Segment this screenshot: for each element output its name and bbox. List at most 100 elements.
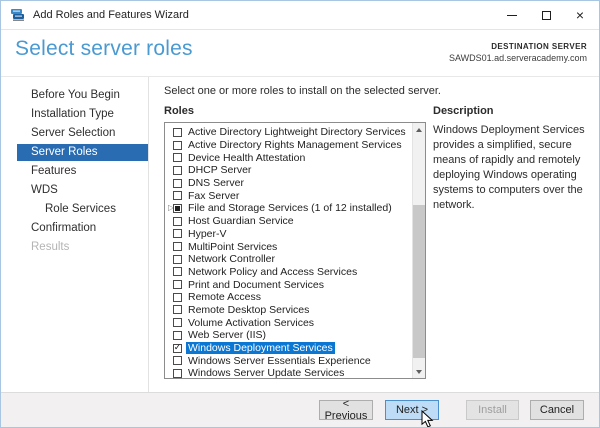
next-button[interactable]: Next >	[385, 400, 439, 420]
role-label: MultiPoint Services	[186, 241, 279, 253]
maximize-icon	[542, 11, 551, 20]
role-checkbox-unchecked[interactable]	[173, 179, 182, 188]
scroll-down-icon	[416, 370, 422, 374]
previous-button[interactable]: < Previous	[319, 400, 373, 420]
role-checkbox-unchecked[interactable]	[173, 331, 182, 340]
cancel-button[interactable]: Cancel	[530, 400, 584, 420]
scroll-up-button[interactable]	[413, 123, 425, 136]
role-checkbox-unchecked[interactable]	[173, 318, 182, 327]
role-row-fax-server[interactable]: Fax Server	[165, 189, 412, 202]
role-label: File and Storage Services (1 of 12 insta…	[186, 202, 394, 214]
role-label: DNS Server	[186, 177, 246, 189]
roles-rows: Active Directory Lightweight Directory S…	[165, 123, 412, 378]
role-row-windows-server-essentials-experience[interactable]: Windows Server Essentials Experience	[165, 354, 412, 367]
sidebar-item-server-roles[interactable]: Server Roles	[17, 144, 148, 161]
role-label: Windows Deployment Services	[186, 342, 335, 354]
role-row-active-directory-rights-management-services[interactable]: Active Directory Rights Management Servi…	[165, 139, 412, 152]
role-checkbox-checked[interactable]: ✓	[173, 344, 182, 353]
close-button[interactable]: ×	[563, 1, 597, 29]
role-row-volume-activation-services[interactable]: Volume Activation Services	[165, 316, 412, 329]
page-title: Select server roles	[15, 37, 193, 61]
footer-button-bar: < Previous Next > Install Cancel	[1, 392, 599, 427]
sidebar-item-before-you-begin[interactable]: Before You Begin	[1, 86, 148, 105]
role-label: Web Server (IIS)	[186, 329, 268, 341]
role-label: DHCP Server	[186, 164, 253, 176]
install-button: Install	[466, 400, 519, 420]
sidebar-item-wds[interactable]: WDS	[1, 181, 148, 200]
role-checkbox-unchecked[interactable]	[173, 293, 182, 302]
role-label: Host Guardian Service	[186, 215, 296, 227]
destination-server-block: DESTINATION SERVER SAWDS01.ad.serveracad…	[449, 42, 587, 63]
role-label: Device Health Attestation	[186, 152, 307, 164]
scrollbar-thumb[interactable]	[413, 205, 425, 358]
role-row-device-health-attestation[interactable]: Device Health Attestation	[165, 151, 412, 164]
role-row-dhcp-server[interactable]: DHCP Server	[165, 164, 412, 177]
role-row-remote-desktop-services[interactable]: Remote Desktop Services	[165, 304, 412, 317]
role-row-host-guardian-service[interactable]: Host Guardian Service	[165, 215, 412, 228]
role-row-hyper-v[interactable]: Hyper-V	[165, 228, 412, 241]
minimize-icon	[507, 15, 517, 16]
instruction-text: Select one or more roles to install on t…	[164, 85, 441, 97]
roles-column-label: Roles	[164, 105, 194, 117]
role-row-windows-server-update-services[interactable]: Windows Server Update Services	[165, 367, 412, 378]
sidebar-item-installation-type[interactable]: Installation Type	[1, 105, 148, 124]
role-checkbox-unchecked[interactable]	[173, 166, 182, 175]
description-column-label: Description	[433, 105, 494, 117]
role-row-web-server-iis[interactable]: Web Server (IIS)	[165, 329, 412, 342]
role-row-dns-server[interactable]: DNS Server	[165, 177, 412, 190]
role-row-print-and-document-services[interactable]: Print and Document Services	[165, 278, 412, 291]
role-checkbox-unchecked[interactable]	[173, 153, 182, 162]
role-label: Print and Document Services	[186, 279, 326, 291]
role-label: Hyper-V	[186, 228, 229, 240]
sidebar-item-features[interactable]: Features	[1, 162, 148, 181]
role-row-network-controller[interactable]: Network Controller	[165, 253, 412, 266]
role-checkbox-unchecked[interactable]	[173, 369, 182, 378]
minimize-button[interactable]	[495, 1, 529, 29]
destination-server-name: SAWDS01.ad.serveracademy.com	[449, 53, 587, 63]
sidebar-item-confirmation[interactable]: Confirmation	[1, 219, 148, 238]
role-checkbox-unchecked[interactable]	[173, 128, 182, 137]
role-description-text: Windows Deployment Services provides a s…	[433, 123, 590, 213]
role-label: Fax Server	[186, 190, 241, 202]
role-checkbox-unchecked[interactable]	[173, 141, 182, 150]
role-checkbox-unchecked[interactable]	[173, 356, 182, 365]
window-title: Add Roles and Features Wizard	[33, 9, 189, 21]
role-label: Network Controller	[186, 253, 277, 265]
role-checkbox-unchecked[interactable]	[173, 305, 182, 314]
role-label: Remote Desktop Services	[186, 304, 311, 316]
roles-listbox: Active Directory Lightweight Directory S…	[164, 122, 426, 379]
role-checkbox-unchecked[interactable]	[173, 217, 182, 226]
destination-server-label: DESTINATION SERVER	[449, 42, 587, 51]
role-checkbox-partial[interactable]	[173, 204, 182, 213]
role-checkbox-unchecked[interactable]	[173, 280, 182, 289]
title-bar: Add Roles and Features Wizard ×	[1, 1, 599, 30]
role-checkbox-unchecked[interactable]	[173, 255, 182, 264]
role-row-active-directory-lightweight-directory-services[interactable]: Active Directory Lightweight Directory S…	[165, 126, 412, 139]
role-checkbox-unchecked[interactable]	[173, 242, 182, 251]
add-roles-features-wizard-window: Add Roles and Features Wizard × Select s…	[0, 0, 600, 428]
maximize-button[interactable]	[529, 1, 563, 29]
role-label: Windows Server Update Services	[186, 367, 346, 378]
role-label: Network Policy and Access Services	[186, 266, 359, 278]
role-label: Windows Server Essentials Experience	[186, 355, 373, 367]
role-row-file-and-storage-services-1-of-12-installed[interactable]: ▷File and Storage Services (1 of 12 inst…	[165, 202, 412, 215]
sidebar-item-results: Results	[1, 238, 148, 257]
wizard-icon	[10, 8, 25, 22]
checkmark-icon: ✓	[174, 344, 182, 352]
role-checkbox-unchecked[interactable]	[173, 191, 182, 200]
role-row-network-policy-and-access-services[interactable]: Network Policy and Access Services	[165, 266, 412, 279]
role-checkbox-unchecked[interactable]	[173, 267, 182, 276]
sidebar-item-server-selection[interactable]: Server Selection	[1, 124, 148, 143]
indeterminate-mark	[175, 206, 180, 211]
role-row-windows-deployment-services[interactable]: ✓ Windows Deployment Services	[165, 342, 412, 355]
role-row-remote-access[interactable]: Remote Access	[165, 291, 412, 304]
role-label: Active Directory Lightweight Directory S…	[186, 126, 408, 138]
role-row-multipoint-services[interactable]: MultiPoint Services	[165, 240, 412, 253]
role-label: Remote Access	[186, 291, 263, 303]
scroll-down-button[interactable]	[413, 365, 425, 378]
scroll-up-icon	[416, 128, 422, 132]
sidebar-item-role-services[interactable]: Role Services	[1, 200, 148, 219]
role-checkbox-unchecked[interactable]	[173, 229, 182, 238]
role-label: Volume Activation Services	[186, 317, 316, 329]
roles-scrollbar[interactable]	[412, 123, 425, 378]
